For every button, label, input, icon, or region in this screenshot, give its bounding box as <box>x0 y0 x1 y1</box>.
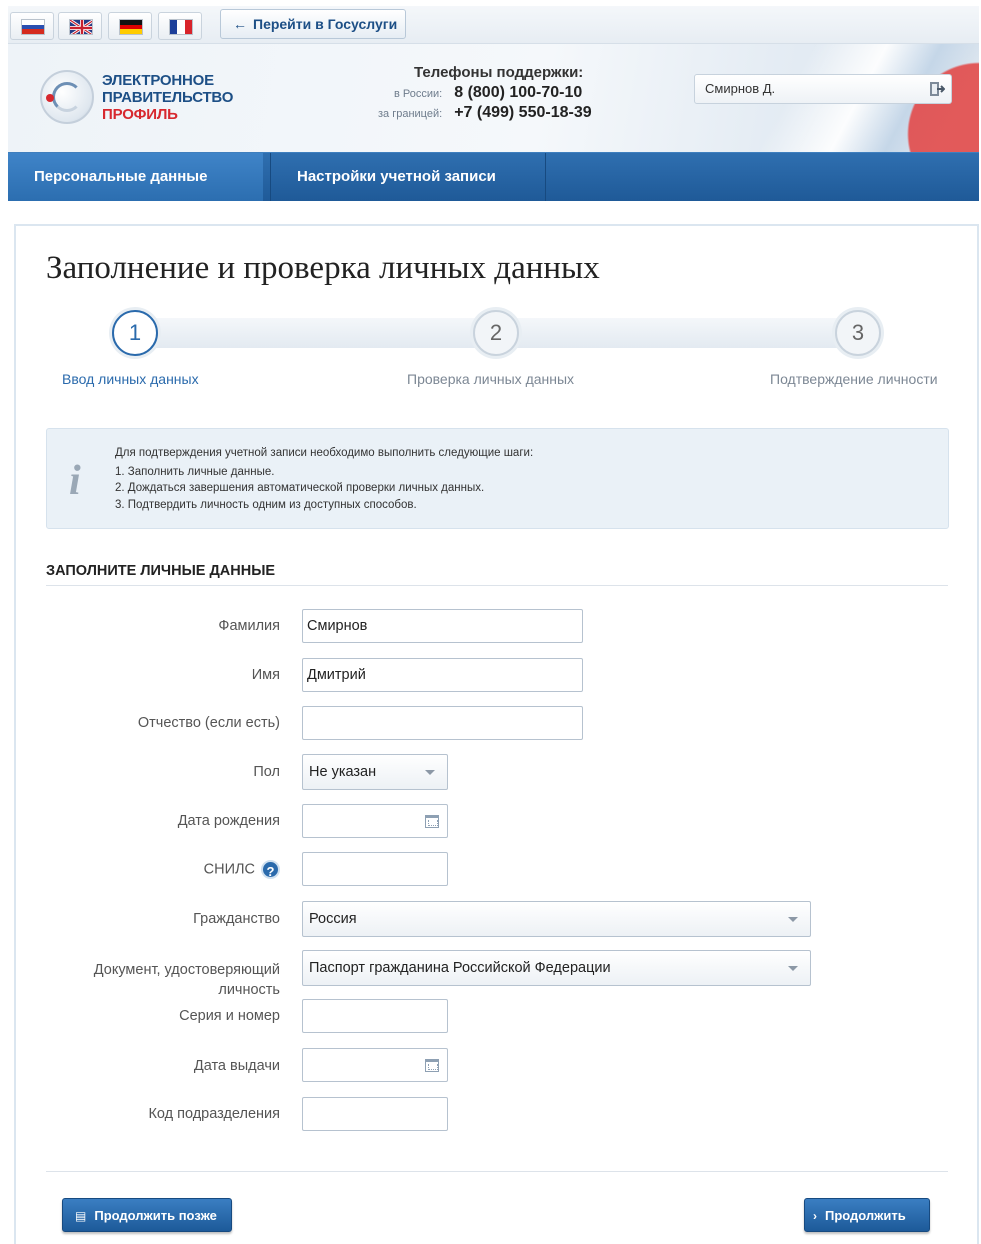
patronymic-label: Отчество (если есть) <box>137 715 280 731</box>
series-number-label: Серия и номер <box>179 1008 280 1024</box>
chevron-down-icon <box>788 966 798 971</box>
germany-flag-icon <box>119 19 143 35</box>
division-code-label: Код подразделения <box>148 1106 280 1122</box>
support-russia-label: в России: <box>394 88 443 100</box>
support-abroad: за границей: +7 (499) 550-18-39 <box>378 104 592 122</box>
document-select[interactable]: Паспорт гражданина Российской Федерации <box>302 950 811 986</box>
citizenship-value: Россия <box>309 911 357 927</box>
tab-account-settings[interactable]: Настройки учетной записи <box>270 153 546 201</box>
continue-button[interactable]: › Продолжить <box>804 1198 930 1232</box>
division-code-field[interactable] <box>302 1097 448 1131</box>
chevron-right-icon: › <box>813 1209 817 1223</box>
goto-gosuslugi-label: Перейти в Госуслуги <box>253 16 398 32</box>
list-item: 2. Дождаться завершения автоматической п… <box>115 482 485 494</box>
info-text: Для подтверждения учетной записи необход… <box>115 445 533 513</box>
language-ru-button[interactable] <box>10 12 54 40</box>
info-box: i Для подтверждения учетной записи необх… <box>46 428 949 529</box>
issue-date-field[interactable] <box>302 1048 448 1082</box>
goto-gosuslugi-button[interactable]: ← Перейти в Госуслуги <box>220 9 406 39</box>
page-title: Заполнение и проверка личных данных <box>46 250 600 286</box>
chevron-down-icon <box>425 770 435 775</box>
france-flag-icon <box>169 19 193 35</box>
step-2-label: Проверка личных данных <box>407 371 575 387</box>
uk-flag-icon <box>69 19 93 35</box>
document-value: Паспорт гражданина Российской Федерации <box>309 960 611 976</box>
gender-value: Не указан <box>309 764 377 780</box>
list-item: 1. Заполнить личные данные. <box>115 465 275 478</box>
logo-text[interactable]: ЭЛЕКТРОННОЕ ПРАВИТЕЛЬСТВО ПРОФИЛЬ <box>102 72 233 123</box>
step-2-circle: 2 <box>473 310 519 356</box>
step-3-circle: 3 <box>835 310 881 356</box>
divider <box>46 1171 948 1172</box>
series-number-field[interactable] <box>302 999 448 1033</box>
main-nav: Персональные данные Настройки учетной за… <box>8 152 979 201</box>
citizenship-label: Гражданство <box>193 911 280 927</box>
step-1-label: Ввод личных данных <box>62 371 199 387</box>
egov-logo-icon[interactable] <box>40 70 94 124</box>
info-steps-list: 1. Заполнить личные данные. 2. Дождаться… <box>115 464 533 514</box>
document-label: Документ, удостоверяющий личность <box>93 962 280 998</box>
calendar-icon[interactable] <box>425 815 439 828</box>
logout-icon[interactable] <box>929 81 945 97</box>
patronymic-field[interactable] <box>302 706 583 740</box>
birth-date-label: Дата рождения <box>177 813 280 829</box>
list-item: 3. Подтвердить личность одним из доступн… <box>115 498 417 511</box>
name-field[interactable] <box>302 658 583 692</box>
site-header: ЭЛЕКТРОННОЕ ПРАВИТЕЛЬСТВО ПРОФИЛЬ Телефо… <box>8 44 979 152</box>
support-abroad-label: за границей: <box>378 108 443 120</box>
info-icon: i <box>69 458 81 504</box>
chevron-down-icon <box>788 917 798 922</box>
section-title: ЗАПОЛНИТЕ ЛИЧНЫЕ ДАННЫЕ <box>46 563 276 579</box>
arrow-left-icon: ← <box>233 16 247 32</box>
save-icon: ▤ <box>75 1209 87 1223</box>
citizenship-select[interactable]: Россия <box>302 901 811 937</box>
name-label: Имя <box>251 667 280 683</box>
user-name: Смирнов Д. <box>705 81 776 96</box>
language-fr-button[interactable] <box>158 12 202 40</box>
divider <box>46 585 948 586</box>
gender-select[interactable]: Не указан <box>302 754 448 790</box>
step-3-label: Подтверждение личности <box>770 371 938 387</box>
language-en-button[interactable] <box>58 12 102 40</box>
info-intro: Для подтверждения учетной записи необход… <box>115 447 534 459</box>
gender-label: Пол <box>253 764 280 780</box>
support-title: Телефоны поддержки: <box>414 64 584 81</box>
issue-date-label: Дата выдачи <box>193 1058 280 1074</box>
tab-personal-data[interactable]: Персональные данные <box>8 153 263 201</box>
user-menu[interactable]: Смирнов Д. <box>694 74 952 104</box>
help-icon[interactable]: ? <box>261 860 280 879</box>
support-abroad-phone: +7 (499) 550-18-39 <box>454 104 592 121</box>
support-russia-phone: 8 (800) 100-70-10 <box>454 84 583 101</box>
language-de-button[interactable] <box>108 12 152 40</box>
surname-label: Фамилия <box>218 618 280 634</box>
language-bar: ← Перейти в Госуслуги <box>8 6 979 44</box>
russia-flag-icon <box>21 19 45 35</box>
step-1-circle: 1 <box>112 310 158 356</box>
calendar-icon[interactable] <box>425 1059 439 1072</box>
support-russia: в России: 8 (800) 100-70-10 <box>394 84 582 102</box>
continue-later-button[interactable]: ▤ Продолжить позже <box>62 1198 232 1232</box>
surname-field[interactable] <box>302 609 583 643</box>
snils-field[interactable] <box>302 852 448 886</box>
snils-label: СНИЛС? <box>204 860 280 879</box>
birth-date-field[interactable] <box>302 804 448 838</box>
